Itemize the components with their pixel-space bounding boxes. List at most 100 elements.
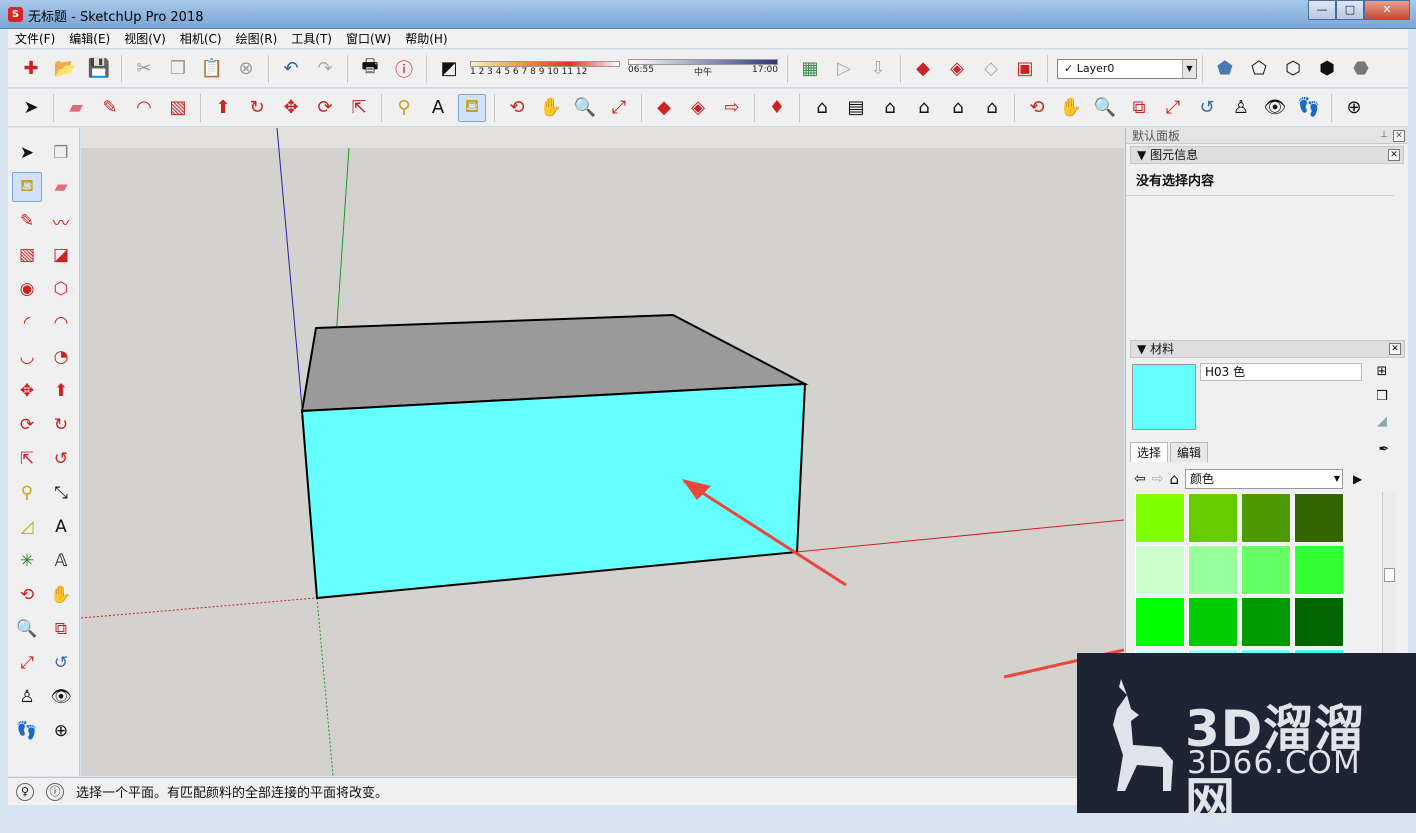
walk-left-icon[interactable]: 👣 bbox=[12, 716, 42, 746]
eyedropper-icon[interactable]: ✒ bbox=[1373, 438, 1395, 460]
tray-close-icon[interactable]: ✕ bbox=[1393, 130, 1405, 142]
paste-icon[interactable]: 📋 bbox=[198, 55, 226, 83]
credits-info-icon[interactable]: ⓘ bbox=[46, 782, 64, 801]
menu-edit[interactable]: 编辑(E) bbox=[62, 30, 117, 47]
scale-left-icon[interactable]: ⇱ bbox=[12, 444, 42, 474]
look-around-left-icon[interactable]: 👁 bbox=[46, 682, 76, 712]
arc-2pt-icon[interactable]: ◠ bbox=[46, 308, 76, 338]
rotated-rectangle-icon[interactable]: ◪ bbox=[46, 240, 76, 270]
color-swatch[interactable] bbox=[1241, 493, 1291, 543]
eraser-icon[interactable]: ▰ bbox=[62, 94, 90, 122]
move-icon[interactable]: ✥ bbox=[277, 94, 305, 122]
scrollbar-thumb[interactable] bbox=[1384, 568, 1395, 582]
push-pull-left-icon[interactable]: ⬆ bbox=[46, 376, 76, 406]
paint-bucket-icon[interactable]: ⛾ bbox=[458, 93, 486, 122]
rotate-left-icon[interactable]: ⟳ bbox=[12, 410, 42, 440]
3d-text-icon[interactable]: 𝔸 bbox=[46, 546, 76, 576]
protractor-icon[interactable]: ◿ bbox=[12, 512, 42, 542]
pie-icon[interactable]: ◔ bbox=[46, 342, 76, 372]
save-icon[interactable]: 💾 bbox=[85, 55, 113, 83]
back-arrow-icon[interactable]: ⇦ bbox=[1134, 471, 1146, 487]
zoom-icon[interactable]: 🔍 bbox=[571, 94, 599, 122]
zoom-extents-camera-icon[interactable]: ⤢ bbox=[1159, 94, 1187, 122]
menu-view[interactable]: 视图(V) bbox=[117, 30, 173, 47]
sketchup-app-icon[interactable]: S bbox=[8, 7, 23, 22]
color-swatch[interactable] bbox=[1294, 493, 1344, 543]
circle-icon[interactable]: ◉ bbox=[12, 274, 42, 304]
zoom-extents-icon[interactable]: ⤢ bbox=[605, 94, 633, 122]
zoom-window-left-icon[interactable]: ⧉ bbox=[46, 614, 76, 644]
warehouse-3d-icon[interactable]: ◆ bbox=[650, 94, 678, 122]
material-name-field[interactable]: H03 色 bbox=[1200, 363, 1362, 381]
maximize-button[interactable]: □ bbox=[1336, 0, 1364, 20]
previous-view-icon[interactable]: ↺ bbox=[1193, 94, 1221, 122]
follow-me-left-icon[interactable]: ↻ bbox=[46, 410, 76, 440]
menu-file[interactable]: 文件(F) bbox=[8, 30, 62, 47]
3d-viewport[interactable] bbox=[81, 128, 1124, 776]
forward-arrow-icon[interactable]: ⇨ bbox=[1152, 471, 1164, 487]
share-component-icon[interactable]: ⇨ bbox=[718, 94, 746, 122]
chevron-down-icon[interactable]: ▼ bbox=[1334, 470, 1340, 488]
get-models-icon[interactable]: ⇩ bbox=[864, 55, 892, 83]
entity-info-close-icon[interactable]: ✕ bbox=[1388, 149, 1400, 161]
zoom-left-icon[interactable]: 🔍 bbox=[12, 614, 42, 644]
section-plane-left-icon[interactable]: ⊕ bbox=[46, 716, 76, 746]
layer-dropdown[interactable]: ✓ Layer0 ▼ bbox=[1057, 58, 1197, 79]
offset-icon[interactable]: ↺ bbox=[46, 444, 76, 474]
axes-icon[interactable]: ✳ bbox=[12, 546, 42, 576]
arc-3pt-icon[interactable]: ◡ bbox=[12, 342, 42, 372]
layout-icon[interactable]: ▣ bbox=[1011, 55, 1039, 83]
collapse-triangle-icon[interactable]: ▼ bbox=[1137, 148, 1146, 162]
select-icon[interactable]: ➤ bbox=[12, 138, 42, 168]
shaded-icon[interactable]: ⬣ bbox=[1347, 55, 1375, 83]
components-icon[interactable]: ◈ bbox=[684, 94, 712, 122]
polygon-icon[interactable]: ⬡ bbox=[46, 274, 76, 304]
orbit-camera-icon[interactable]: ⟲ bbox=[1023, 94, 1051, 122]
position-camera-icon[interactable]: ♙ bbox=[1227, 94, 1255, 122]
default-material-icon[interactable]: ◢ bbox=[1371, 410, 1393, 432]
line-icon[interactable]: ✎ bbox=[12, 206, 42, 236]
left-view-icon[interactable]: ⌂ bbox=[978, 94, 1006, 122]
shadow-date-slider[interactable]: 1 2 3 4 5 6 7 8 9 10 11 12 bbox=[470, 60, 620, 77]
geo-location-icon[interactable]: ♀ bbox=[16, 782, 34, 801]
details-arrow-icon[interactable]: ▶ bbox=[1353, 472, 1362, 486]
swatch-scrollbar[interactable] bbox=[1382, 492, 1396, 654]
shadows-toggle-icon[interactable]: ◩ bbox=[435, 55, 463, 83]
walk-footprints-icon[interactable]: 👣 bbox=[1295, 94, 1323, 122]
rectangle-icon[interactable]: ▧ bbox=[164, 94, 192, 122]
move-left-icon[interactable]: ✥ bbox=[12, 376, 42, 406]
freehand-icon[interactable]: 〰 bbox=[46, 206, 76, 236]
zoom-window-icon[interactable]: ⧉ bbox=[1125, 94, 1153, 122]
text-left-icon[interactable]: A bbox=[46, 512, 76, 542]
current-material-swatch[interactable] bbox=[1132, 364, 1196, 430]
dimension-icon[interactable]: ⤡ bbox=[46, 478, 76, 508]
color-swatch[interactable] bbox=[1294, 545, 1344, 595]
text-label-icon[interactable]: A bbox=[424, 94, 452, 122]
menu-help[interactable]: 帮助(H) bbox=[398, 30, 454, 47]
push-pull-icon[interactable]: ⬆ bbox=[209, 94, 237, 122]
zoom-camera-icon[interactable]: 🔍 bbox=[1091, 94, 1119, 122]
color-swatch[interactable] bbox=[1135, 597, 1185, 647]
tape-measure-left-icon[interactable]: ⚲ bbox=[12, 478, 42, 508]
materials-header[interactable]: ▼ 材料 ✕ bbox=[1130, 340, 1405, 358]
line-pencil-icon[interactable]: ✎ bbox=[96, 94, 124, 122]
menu-camera[interactable]: 相机(C) bbox=[173, 30, 229, 47]
scale-icon[interactable]: ⇱ bbox=[345, 94, 373, 122]
extension-share-icon[interactable]: ◇ bbox=[977, 55, 1005, 83]
print-icon[interactable]: 🖶 bbox=[356, 55, 384, 83]
select-arrow-icon[interactable]: ➤ bbox=[17, 94, 45, 122]
new-file-icon[interactable]: ✚ bbox=[17, 55, 45, 83]
color-swatch[interactable] bbox=[1188, 545, 1238, 595]
eraser-left-icon[interactable]: ▰ bbox=[46, 172, 76, 202]
pan-camera-icon[interactable]: ✋ bbox=[1057, 94, 1085, 122]
iso-view-icon[interactable]: ⌂ bbox=[808, 94, 836, 122]
rectangle-left-icon[interactable]: ▧ bbox=[12, 240, 42, 270]
front-view-icon[interactable]: ⌂ bbox=[876, 94, 904, 122]
color-swatch[interactable] bbox=[1241, 545, 1291, 595]
make-component-icon[interactable]: ❒ bbox=[46, 138, 76, 168]
arc-icon[interactable]: ◠ bbox=[130, 94, 158, 122]
tape-measure-icon[interactable]: ⚲ bbox=[390, 94, 418, 122]
category-dropdown[interactable]: 颜色 ▼ bbox=[1185, 469, 1343, 489]
arc-left-icon[interactable]: ◜ bbox=[12, 308, 42, 338]
redo-icon[interactable]: ↷ bbox=[311, 55, 339, 83]
